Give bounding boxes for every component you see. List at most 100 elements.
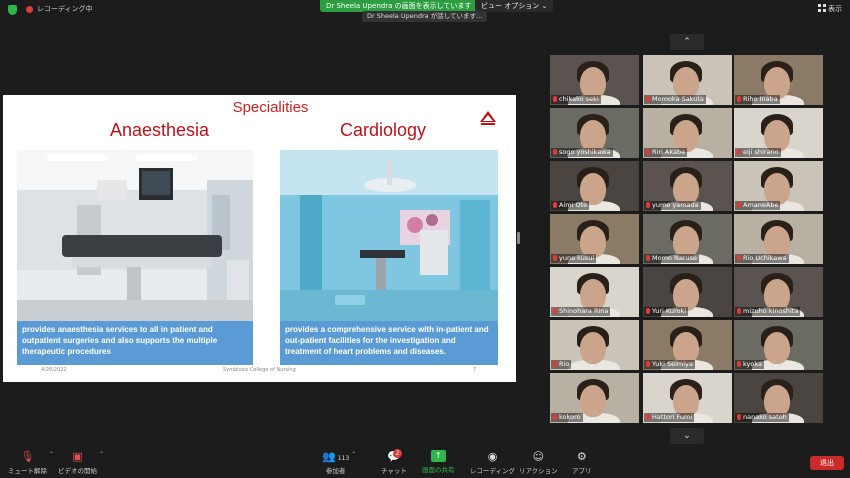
participant-name: Riho Inaba [743,95,778,103]
participant-tile[interactable]: Aimi Ote [550,161,639,211]
participant-tile[interactable]: Hattori Fumi [643,373,732,423]
participant-tile[interactable]: yume yamada [643,161,732,211]
record-button[interactable]: ◉ レコーディング [470,450,515,475]
video-off-icon: ▣ [72,450,83,463]
participant-name: mizuho kinoshita [743,307,799,315]
participant-name: Momoka Sakuta [652,95,704,103]
splitter-handle[interactable] [517,232,520,244]
mic-muted-icon [737,361,741,367]
mic-muted-icon [553,361,557,367]
participant-name: chikako seki [559,95,599,103]
gallery-down-button[interactable]: ⌄ [670,428,704,444]
chat-badge: 2 [393,449,402,458]
participant-tile[interactable]: Momoka Sakuta [643,55,732,105]
participant-tile[interactable]: AmaneAbe [734,161,823,211]
participant-name: Aimi Ote [559,201,588,209]
participant-tile[interactable]: kokoro [550,373,639,423]
participant-name-label: Momo Naruse [644,254,699,263]
participant-tile[interactable]: Yuki Seimiya [643,320,732,370]
cardiology-caption: provides a comprehensive service with in… [280,321,498,365]
mic-muted-icon [553,149,557,155]
share-screen-icon: ↑ [430,450,446,462]
participant-tile[interactable]: Riho Inaba [734,55,823,105]
participant-name: Riri Akaba [652,148,686,156]
participant-tile[interactable]: yuna kusui [550,214,639,264]
speaking-indicator: Dr Sheela Upendra が話しています... [362,11,488,22]
mic-muted-icon [553,414,557,420]
participant-name-label: kyoka [735,360,764,369]
participant-tile[interactable]: Riri Akaba [643,108,732,158]
recording-status: レコーディング中 [37,5,93,13]
participant-tile[interactable]: Momo Naruse [643,214,732,264]
participant-name-label: Shinohara Rina [551,307,611,316]
participant-name: kyoka [743,360,762,368]
shield-icon[interactable] [8,5,17,15]
mic-muted-icon: 🎙 [20,450,35,463]
participant-name: kokoro [559,413,581,421]
participant-name-label: kokoro [551,413,583,422]
participant-face [764,332,790,364]
participant-tile[interactable]: chikako seki [550,55,639,105]
participant-name-label: mizuho kinoshita [735,307,801,316]
mic-muted-icon [737,308,741,314]
share-screen-button[interactable]: ↑ 画面の共有 [422,450,455,474]
participant-name-label: Riho Inaba [735,95,780,104]
participant-name-label: Aimi Ote [551,201,590,210]
mic-muted-icon [553,96,557,102]
participant-name: eiji shirano [743,148,779,156]
zoom-meeting-window: レコーディング中 Dr Sheela Upendra の画面を表示しています ビ… [0,0,850,478]
participant-tile[interactable]: Rio Uchikawa [734,214,823,264]
reactions-label: リアクション [519,467,558,475]
mic-muted-icon [553,255,557,261]
apps-button[interactable]: ⚙ アプリ [572,450,592,475]
participant-name: AmaneAbe [743,201,779,209]
participant-name-label: nanako satoh [735,413,789,422]
participant-tile[interactable]: Yuri Kuroki [643,267,732,317]
slide-footer-college: Symbiosis College of Nursing [223,367,296,373]
participant-tile[interactable]: kyoka [734,320,823,370]
mic-muted-icon [646,361,650,367]
participant-name-label: AmaneAbe [735,201,781,210]
mic-muted-icon [737,149,741,155]
unmute-label: ミュート解除 [8,467,47,475]
participant-tile[interactable]: Rio [550,320,639,370]
slide-page-number: 7 [473,367,477,373]
start-video-label: ビデオの開始 [58,467,97,475]
participant-tile[interactable]: Shinohara Rina [550,267,639,317]
mic-muted-icon [646,96,650,102]
start-video-button[interactable]: ▣ ビデオの開始 ⌃ [58,450,104,475]
apps-label: アプリ [572,467,592,475]
participant-tile[interactable]: nanako satoh [734,373,823,423]
participant-name: yuna kusui [559,254,595,262]
gallery-up-button[interactable]: ⌃ [670,34,704,50]
top-bar: レコーディング中 Dr Sheela Upendra の画面を表示しています ビ… [0,0,850,22]
participants-button[interactable]: 👥 113 参加者 ⌃ [322,450,356,475]
participant-name: Yuki Seimiya [652,360,693,368]
view-options-button[interactable]: ビュー オプション ⌄ [475,0,554,12]
unmute-button[interactable]: 🎙 ミュート解除 ⌃ [8,450,54,475]
participant-tile[interactable]: mizuho kinoshita [734,267,823,317]
grid-view-icon [818,4,826,12]
recording-icon [26,6,33,13]
participants-count: 113 [337,455,350,462]
leave-button[interactable]: 退出 [810,456,844,470]
anaesthesia-heading: Anaesthesia [110,120,210,140]
mic-muted-icon [553,202,557,208]
participant-name: Hattori Fumi [652,413,693,421]
cardiology-heading: Cardiology [340,120,427,140]
participant-name-label: chikako seki [551,95,601,104]
participant-face [580,332,606,364]
participant-name-label: yuna kusui [551,254,597,263]
mic-muted-icon [646,149,650,155]
participant-name-label: sogo yoshikawa [551,148,613,157]
participant-tile[interactable]: sogo yoshikawa [550,108,639,158]
reactions-button[interactable]: ☺ リアクション [519,450,558,475]
mic-muted-icon [553,308,557,314]
participant-tile[interactable]: eiji shirano [734,108,823,158]
view-button[interactable]: 表示 [818,4,842,14]
mic-muted-icon [737,414,741,420]
participant-name-label: Yuki Seimiya [644,360,695,369]
chevron-up-icon: ⌃ [98,451,104,458]
chat-button[interactable]: 💬 2 チャット [381,449,407,475]
participant-name-label: yume yamada [644,201,701,210]
